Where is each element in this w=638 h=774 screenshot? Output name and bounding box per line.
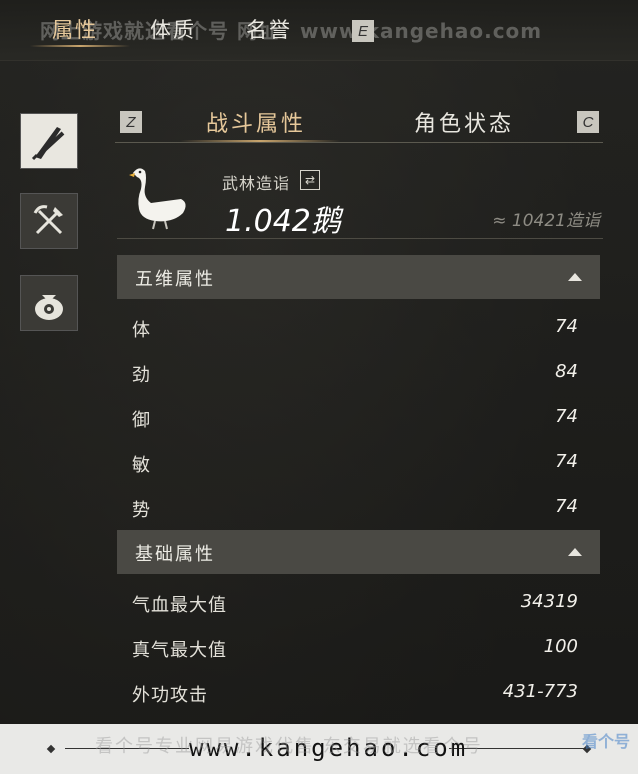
- swap-icon[interactable]: ⇄: [300, 170, 320, 190]
- attribute-value: 431-773: [502, 681, 578, 702]
- attribute-label: 外功攻击: [132, 685, 208, 706]
- attribute-value: 74: [555, 316, 578, 337]
- attribute-label: 御: [132, 410, 151, 431]
- attribute-value: 84: [555, 361, 578, 382]
- collapse-arrow-icon[interactable]: [568, 548, 582, 556]
- footer-watermark: 看个号专业网易游戏代售 东交易就选看个号: [95, 736, 483, 757]
- tab-constitution[interactable]: 体质: [150, 14, 196, 44]
- attribute-label: 气血最大值: [132, 595, 227, 616]
- attribute-value: 74: [555, 496, 578, 517]
- attribute-label: 劲: [132, 365, 151, 386]
- tab-combat-attributes[interactable]: 战斗属性: [206, 106, 306, 138]
- active-tab-indicator: [30, 45, 130, 47]
- section-header-five-attributes[interactable]: 五维属性: [117, 255, 600, 299]
- attribute-row: 气血最大值 34319: [117, 582, 600, 622]
- attribute-label: 真气最大值: [132, 640, 227, 661]
- attribute-label: 势: [132, 500, 151, 521]
- section-title: 五维属性: [135, 269, 215, 290]
- realm-label: 武林造诣: [222, 174, 291, 193]
- collapse-arrow-icon[interactable]: [568, 273, 582, 281]
- attribute-panel: [0, 60, 638, 724]
- tools-icon[interactable]: [20, 193, 78, 249]
- money-bag-icon[interactable]: [20, 275, 78, 331]
- attribute-row: 御 74: [117, 397, 600, 437]
- attribute-row: 真气最大值 100: [117, 627, 600, 667]
- attribute-row: 体 74: [117, 307, 600, 347]
- sword-graphic: [31, 127, 65, 161]
- attribute-value: 34319: [520, 591, 578, 612]
- footer-logo: 看个号: [581, 732, 630, 751]
- attribute-value: 74: [555, 406, 578, 427]
- attribute-label: 敏: [132, 455, 151, 476]
- key-hint-e: E: [352, 20, 374, 42]
- shovel-pickaxe-graphic: [33, 205, 63, 235]
- divider: [117, 238, 603, 239]
- section-title: 基础属性: [135, 544, 215, 565]
- section-header-basic-attributes[interactable]: 基础属性: [117, 530, 600, 574]
- sword-icon[interactable]: [20, 113, 78, 169]
- realm-approx-value: ≈ 10421造诣: [492, 211, 600, 231]
- goose-icon: [125, 163, 193, 233]
- attribute-row: 势 74: [117, 487, 600, 527]
- tab-reputation[interactable]: 名誉: [246, 14, 292, 44]
- attribute-row: 外功攻击 431-773: [117, 672, 600, 712]
- attribute-value: 74: [555, 451, 578, 472]
- key-hint-z: Z: [120, 111, 142, 133]
- attribute-label: 体: [132, 320, 151, 341]
- goose-graphic: [129, 168, 186, 230]
- tab-character-status[interactable]: 角色状态: [414, 106, 514, 138]
- realm-value: 1.042鹅: [225, 204, 341, 239]
- attribute-value: 100: [543, 636, 578, 657]
- tab-attributes[interactable]: 属性: [52, 14, 98, 44]
- attribute-row: 敏 74: [117, 442, 600, 482]
- divider: [115, 142, 603, 143]
- top-tab-bar: 网上游戏就选看个号 网址：www.kangehao.com 属性 体质 名誉 E: [0, 0, 638, 61]
- footer-banner: www.kangehao.com 看个号专业网易游戏代售 东交易就选看个号 看个…: [0, 724, 638, 774]
- footer-dot: [46, 744, 56, 754]
- attribute-row: 劲 84: [117, 352, 600, 392]
- money-bag-graphic: [35, 295, 63, 320]
- key-hint-c: C: [577, 111, 599, 133]
